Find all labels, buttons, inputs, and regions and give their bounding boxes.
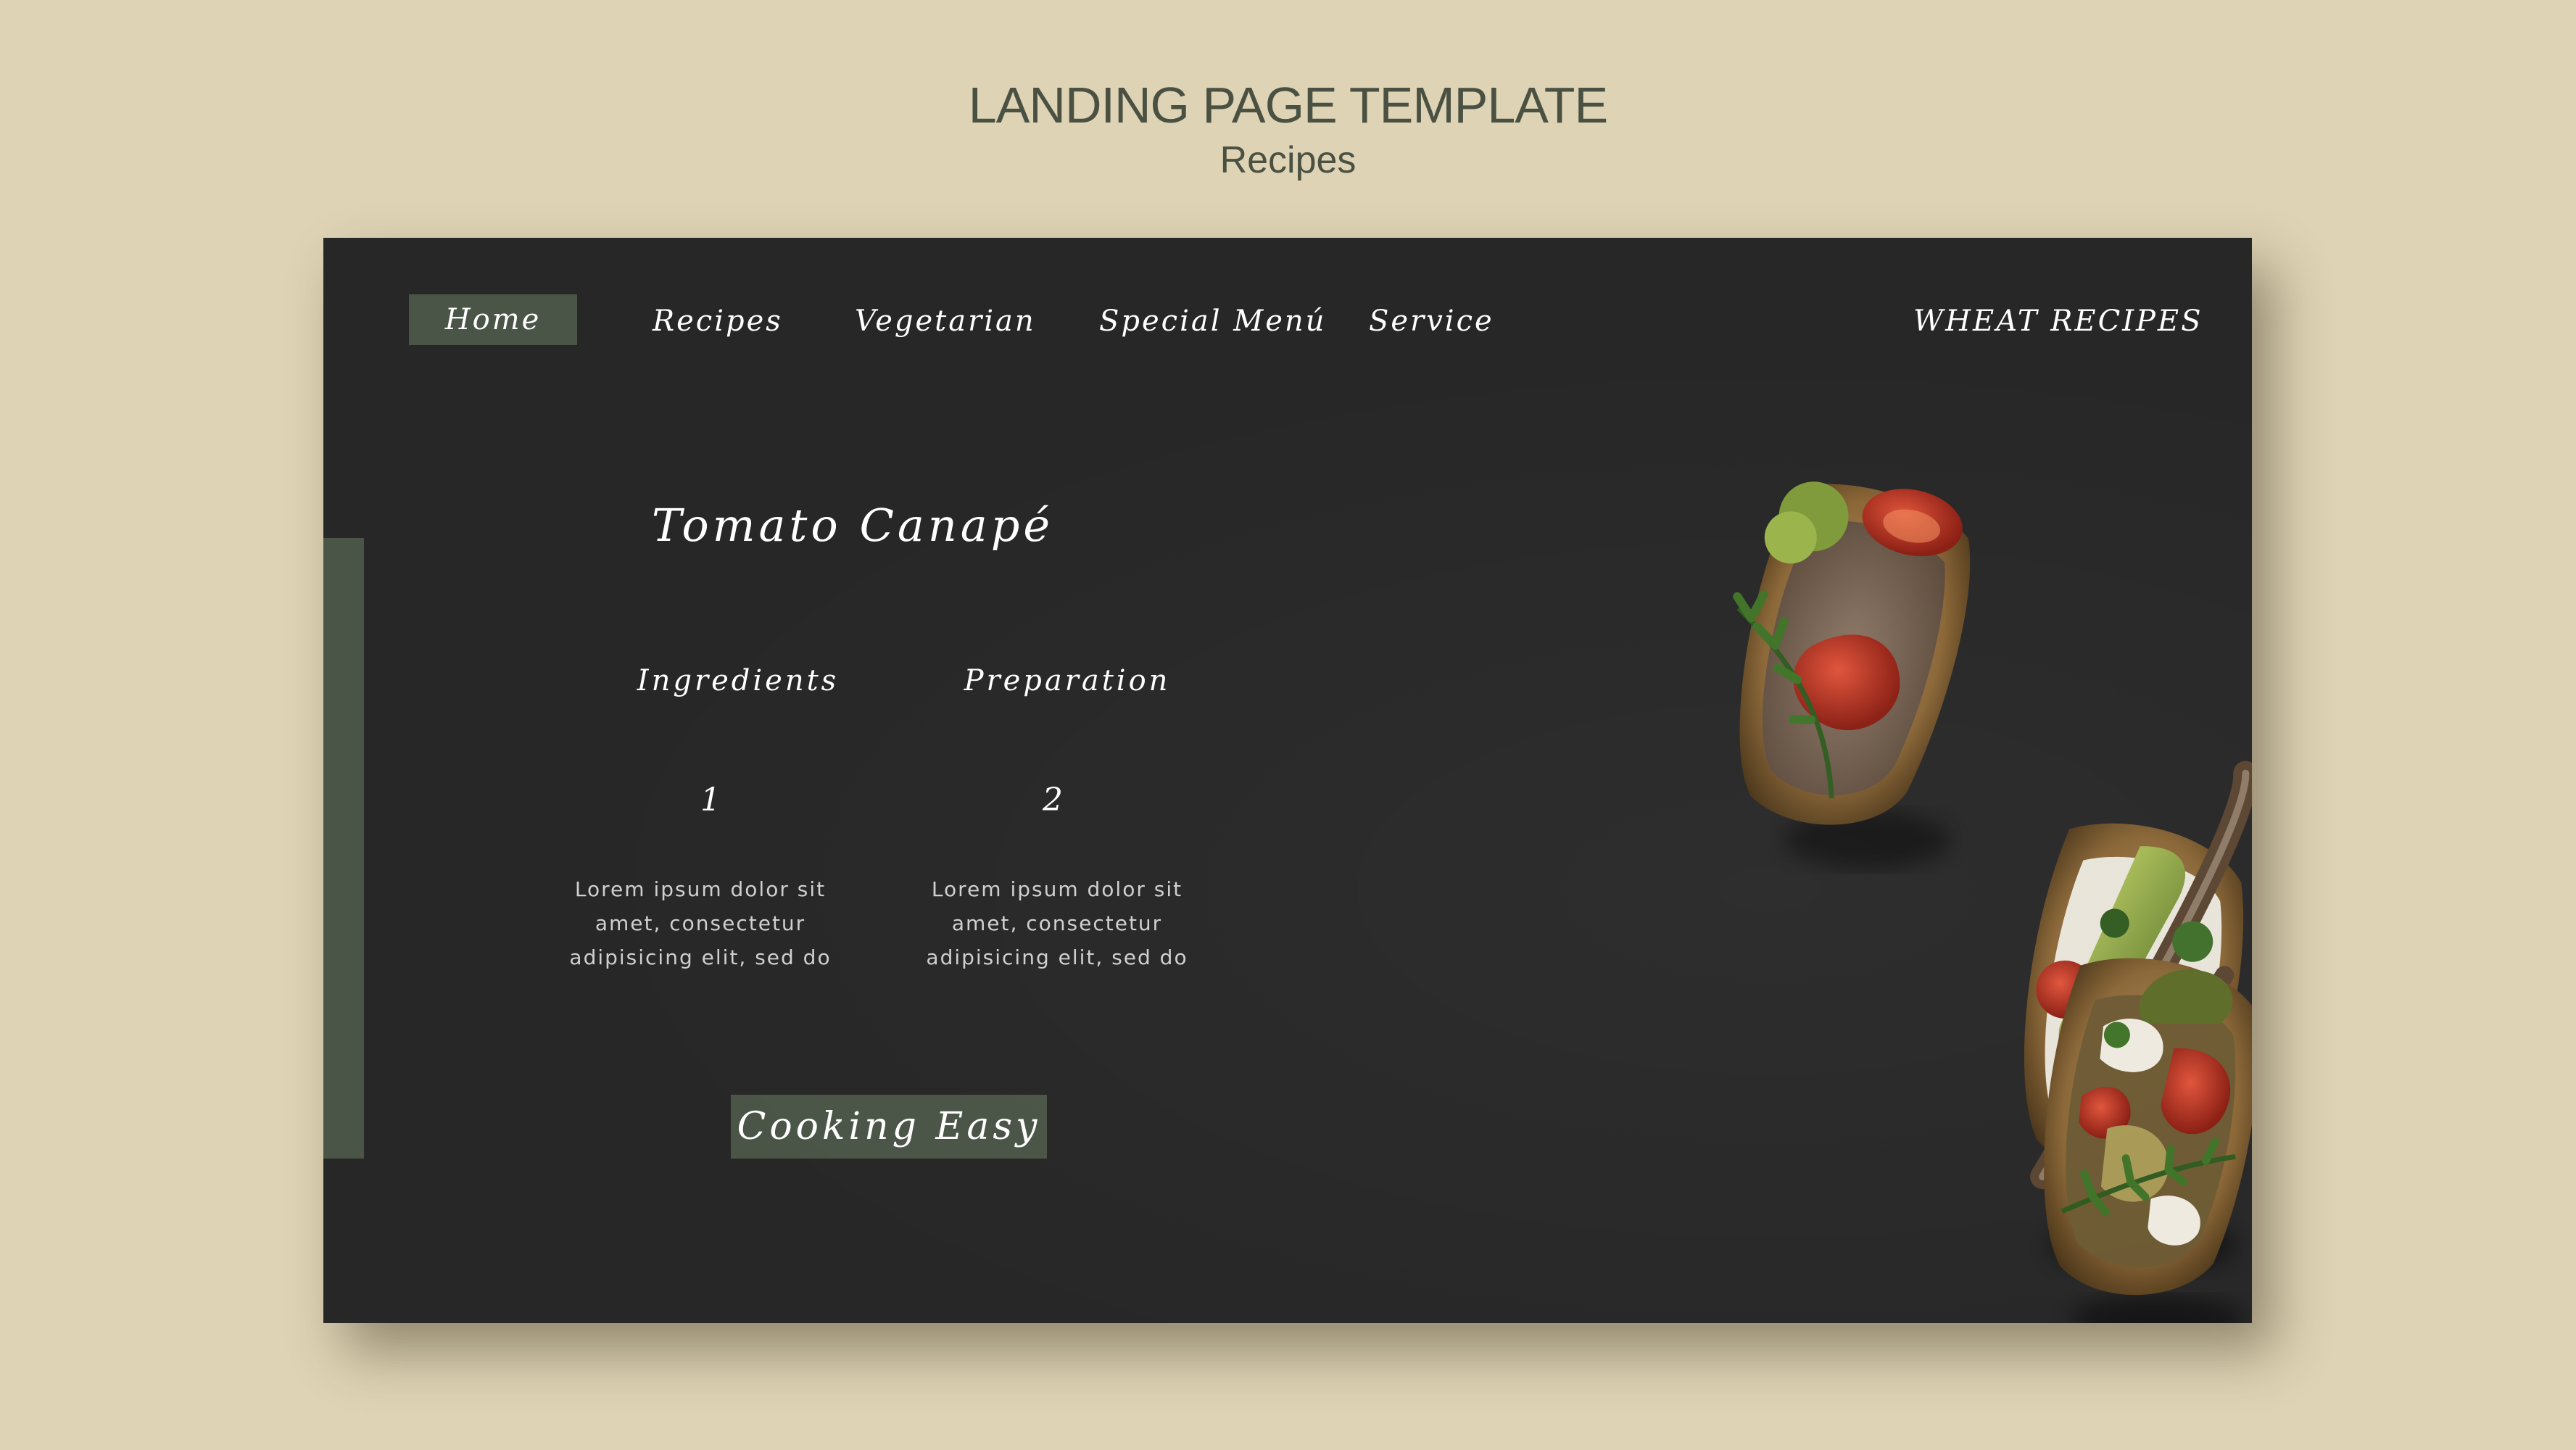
landing-page-frame: Home Recipes Vegetarian Special Menú Ser… (323, 238, 2252, 1323)
canape-photo (1733, 481, 2252, 1323)
preparation-heading: Preparation (964, 664, 1171, 697)
ingredients-text-line: amet, consectetur (595, 911, 806, 935)
preparation-text-line: Lorem ipsum dolor sit (931, 877, 1183, 901)
showcase-title: LANDING PAGE TEMPLATE (968, 77, 1608, 133)
showcase-subtitle: Recipes (1219, 139, 1357, 181)
recipe-title: Tomato Canapé (651, 499, 1054, 552)
nav-recipes[interactable]: Recipes (653, 296, 783, 347)
preparation-text-line: amet, consectetur (951, 911, 1163, 935)
side-accent-bar (323, 538, 364, 1159)
nav-special-menu[interactable]: Special Menú (1099, 296, 1326, 347)
preparation-text-line: adipisicing elit, sed do (926, 945, 1188, 969)
ingredients-number: 1 (700, 782, 721, 819)
nav-service[interactable]: Service (1369, 296, 1494, 347)
ingredients-text: Lorem ipsum dolor sit amet, consectetur … (555, 872, 845, 974)
nav-home[interactable]: Home (409, 294, 577, 345)
ingredients-heading: Ingredients (637, 664, 840, 697)
nav-vegetarian[interactable]: Vegetarian (855, 296, 1036, 347)
nav-brand[interactable]: WHEAT RECIPES (1913, 296, 2203, 347)
cooking-easy-button[interactable]: Cooking Easy (731, 1095, 1047, 1159)
canape-top (1733, 481, 1971, 869)
ingredients-text-line: Lorem ipsum dolor sit (574, 877, 827, 901)
preparation-text: Lorem ipsum dolor sit amet, consectetur … (912, 872, 1202, 974)
preparation-number: 2 (1043, 782, 1063, 819)
ingredients-text-line: adipisicing elit, sed do (569, 945, 832, 969)
